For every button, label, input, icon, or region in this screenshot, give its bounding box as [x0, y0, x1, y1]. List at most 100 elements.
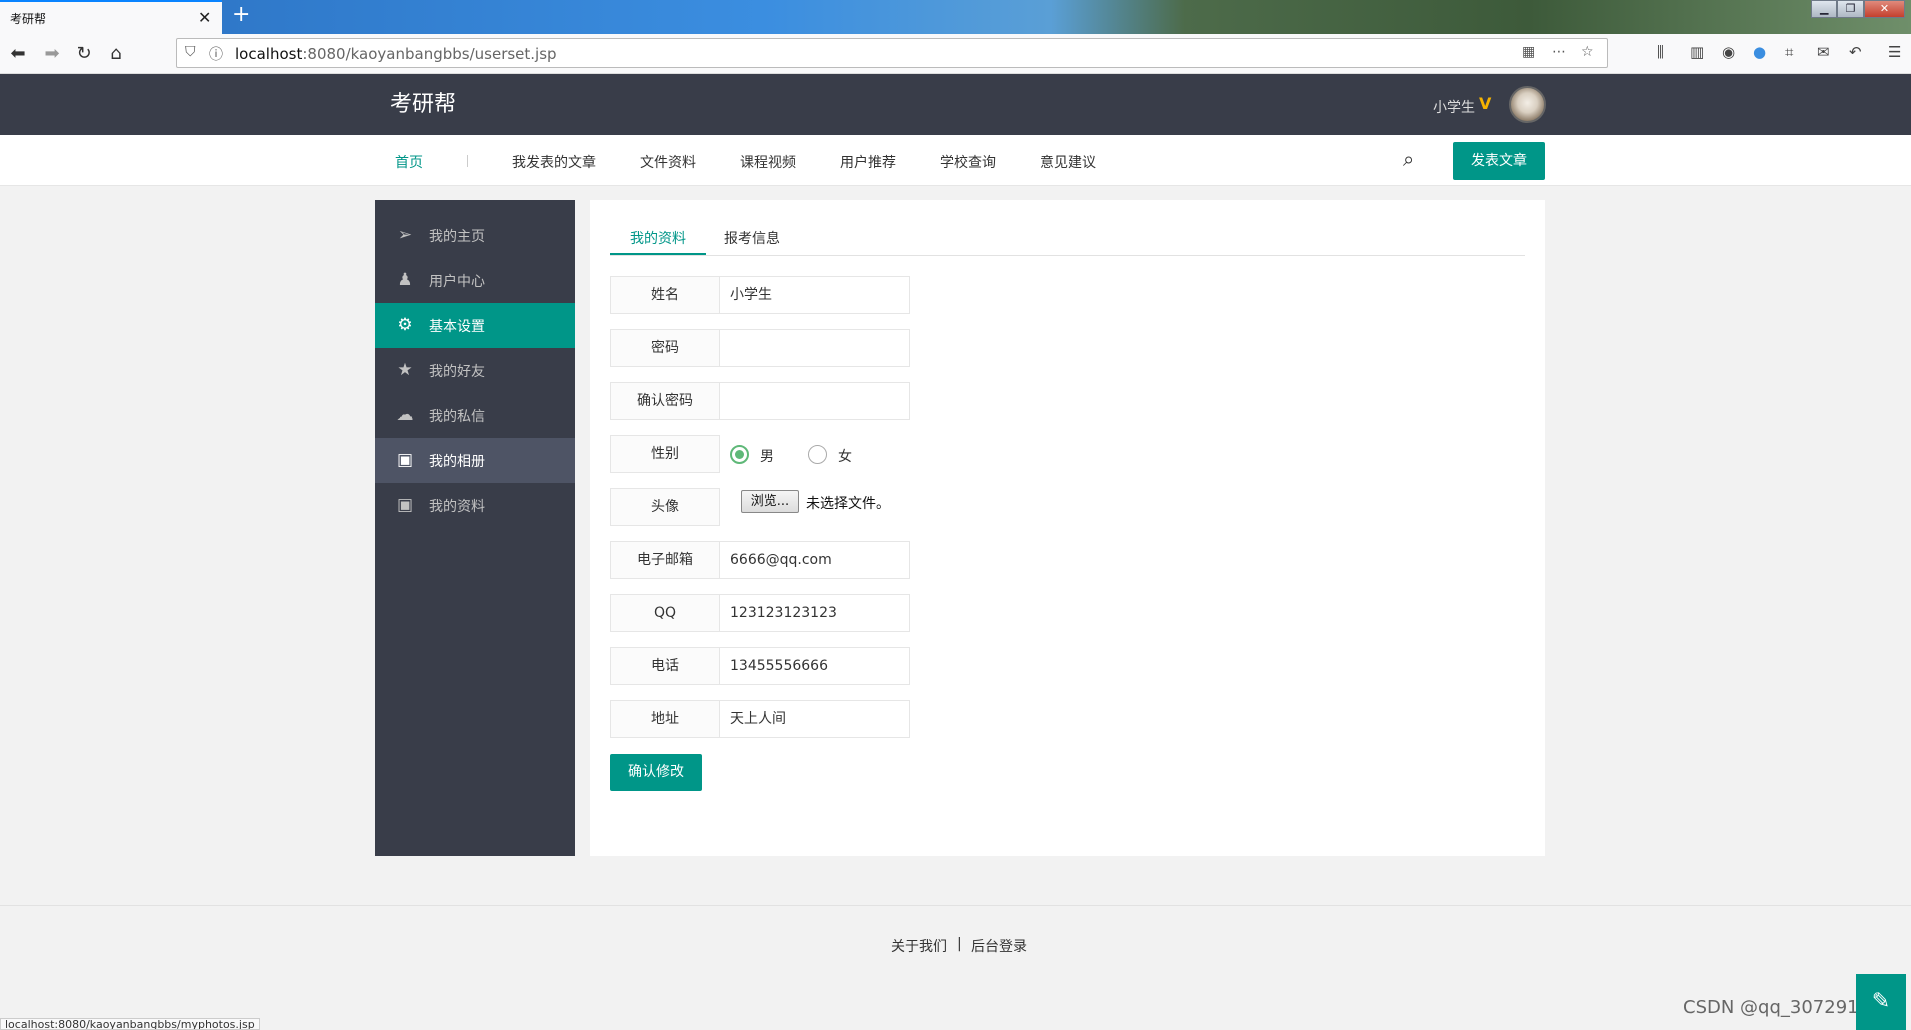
footer-divider: | — [957, 936, 962, 952]
browser-tab-title: 考研帮 — [10, 12, 47, 26]
address-row: 地址 天上人间 — [610, 700, 910, 738]
sidebar-item-label: 我的主页 — [429, 229, 485, 245]
new-tab-button[interactable]: + — [232, 2, 250, 27]
chat-icon: ☁ — [396, 405, 414, 425]
status-bar-url: localhost:8080/kaoyanbangbbs/myphotos.js… — [0, 1018, 260, 1030]
more-icon[interactable]: ⋯ — [1552, 44, 1566, 60]
phone-field[interactable]: 13455556666 — [719, 647, 910, 685]
confirm-modify-button[interactable]: 确认修改 — [610, 754, 702, 791]
password-field[interactable] — [719, 329, 910, 367]
sidebar-item-label: 我的资料 — [429, 499, 485, 515]
sidebar-item-my-home[interactable]: ➢ 我的主页 — [375, 213, 575, 258]
menu-item-files[interactable]: 文件资料 — [640, 152, 696, 172]
site-header: 考研帮 小学生 V — [0, 74, 1911, 135]
tab-exam-info[interactable]: 报考信息 — [724, 228, 780, 248]
image-icon: ▣ — [396, 495, 414, 515]
main-menu: 首页 我发表的文章 文件资料 课程视频 用户推荐 学校查询 意见建议 ⌕ 发表文… — [0, 135, 1911, 186]
globe-icon[interactable]: ● — [1753, 43, 1766, 61]
qq-label: QQ — [610, 594, 720, 632]
gear-icon: ⚙ — [397, 315, 413, 335]
edit-pencil-icon[interactable]: ✎ — [1856, 974, 1906, 1030]
sidebar-item-basic-settings[interactable]: ⚙ 基本设置 — [375, 303, 575, 348]
browser-toolbar: ⬅ ➡ ↻ ⌂ ⛉ ⓘ localhost:8080/kaoyanbangbbs… — [0, 34, 1911, 74]
menu-item-feedback[interactable]: 意见建议 — [1040, 152, 1096, 172]
star-icon: ★ — [397, 360, 413, 380]
phone-row: 电话 13455556666 — [610, 647, 910, 685]
maximize-button[interactable]: ❐ — [1837, 0, 1864, 18]
menu-item-my-articles[interactable]: 我发表的文章 — [512, 152, 596, 172]
paper-plane-icon: ➢ — [397, 225, 413, 245]
url-path: :8080/kaoyanbangbbs/userset.jsp — [302, 45, 557, 63]
name-label: 姓名 — [610, 276, 720, 314]
address-field[interactable]: 天上人间 — [719, 700, 910, 738]
email-row: 电子邮箱 6666@qq.com — [610, 541, 910, 579]
menu-item-school-search[interactable]: 学校查询 — [940, 152, 996, 172]
browse-file-button[interactable]: 浏览... — [741, 490, 799, 513]
browser-tab-strip: 考研帮 ✕ + ▁ ❐ ✕ — [0, 0, 1911, 34]
menu-item-home[interactable]: 首页 — [395, 152, 423, 172]
close-window-button[interactable]: ✕ — [1863, 0, 1905, 18]
menu-item-videos[interactable]: 课程视频 — [740, 152, 796, 172]
sidebar-item-user-center[interactable]: ♟ 用户中心 — [375, 258, 575, 303]
name-field[interactable]: 小学生 — [719, 276, 910, 314]
info-icon[interactable]: ⓘ — [209, 44, 223, 64]
url-text[interactable]: localhost:8080/kaoyanbangbbs/userset.jsp — [235, 45, 557, 63]
qq-row: QQ 123123123123 — [610, 594, 910, 632]
avatar[interactable] — [1509, 86, 1546, 123]
account-icon[interactable]: ◉ — [1722, 43, 1735, 61]
sidebar-item-my-messages[interactable]: ☁ 我的私信 — [375, 393, 575, 438]
avatar-row: 头像 浏览... 未选择文件。 — [610, 488, 910, 526]
password-label: 密码 — [610, 329, 720, 367]
shield-icon[interactable]: ⛉ — [185, 44, 196, 60]
confirm-password-field[interactable] — [719, 382, 910, 420]
hamburger-menu-icon[interactable]: ☰ — [1888, 43, 1901, 61]
gender-male-radio[interactable] — [730, 445, 749, 464]
email-label: 电子邮箱 — [610, 541, 720, 579]
user-sidebar: ➢ 我的主页 ♟ 用户中心 ⚙ 基本设置 ★ 我的好友 ☁ 我的私信 ▣ 我的相… — [375, 200, 575, 856]
menu-divider — [467, 155, 468, 167]
address-bar[interactable]: ⛉ ⓘ localhost:8080/kaoyanbangbbs/userset… — [176, 38, 1608, 68]
about-us-link[interactable]: 关于我们 — [891, 936, 947, 956]
gender-male-label[interactable]: 男 — [760, 446, 774, 466]
no-file-text: 未选择文件。 — [806, 496, 890, 512]
qr-code-icon[interactable]: ▦ — [1522, 44, 1535, 60]
gender-female-label[interactable]: 女 — [838, 446, 852, 466]
user-name[interactable]: 小学生 — [1433, 97, 1475, 117]
email-field[interactable]: 6666@qq.com — [719, 541, 910, 579]
minimize-button[interactable]: ▁ — [1811, 0, 1838, 18]
qq-field[interactable]: 123123123123 — [719, 594, 910, 632]
browser-tab[interactable]: 考研帮 ✕ — [0, 0, 222, 34]
user-icon: ♟ — [397, 270, 413, 290]
sidebar-icon[interactable]: ▥ — [1690, 43, 1704, 61]
sidebar-item-my-profile[interactable]: ▣ 我的资料 — [375, 483, 575, 528]
url-host: localhost — [235, 45, 303, 63]
confirm-password-label: 确认密码 — [610, 382, 720, 420]
settings-panel: 我的资料 报考信息 姓名 小学生 密码 确认密码 性别 男 女 头像 浏览...… — [590, 200, 1545, 856]
gender-female-radio[interactable] — [808, 445, 827, 464]
sidebar-item-my-friends[interactable]: ★ 我的好友 — [375, 348, 575, 393]
publish-article-button[interactable]: 发表文章 — [1453, 142, 1545, 180]
close-tab-icon[interactable]: ✕ — [198, 8, 211, 27]
undo-icon[interactable]: ↶ — [1849, 43, 1862, 61]
name-row: 姓名 小学生 — [610, 276, 910, 314]
admin-login-link[interactable]: 后台登录 — [971, 936, 1027, 956]
home-icon[interactable]: ⌂ — [104, 42, 128, 66]
address-label: 地址 — [610, 700, 720, 738]
reload-icon[interactable]: ↻ — [72, 42, 96, 66]
search-icon[interactable]: ⌕ — [1403, 147, 1414, 171]
forward-icon[interactable]: ➡ — [40, 42, 64, 66]
gender-row: 性别 男 女 — [610, 435, 910, 473]
sidebar-item-label: 我的相册 — [429, 454, 485, 470]
library-icon[interactable]: ⫼ — [1657, 43, 1664, 61]
active-tab-indicator — [610, 253, 706, 255]
bookmark-star-icon[interactable]: ☆ — [1581, 44, 1594, 60]
settings-tabs: 我的资料 报考信息 — [610, 220, 1525, 256]
chat-bubble-icon[interactable]: ✉ — [1817, 43, 1830, 61]
tab-my-profile[interactable]: 我的资料 — [630, 228, 686, 248]
menu-item-user-recommend[interactable]: 用户推荐 — [840, 152, 896, 172]
gender-label: 性别 — [610, 435, 720, 473]
back-icon[interactable]: ⬅ — [6, 42, 30, 66]
sidebar-item-my-album[interactable]: ▣ 我的相册 — [375, 438, 575, 483]
crop-icon[interactable]: ⌗ — [1785, 43, 1793, 61]
site-logo[interactable]: 考研帮 — [390, 86, 456, 118]
